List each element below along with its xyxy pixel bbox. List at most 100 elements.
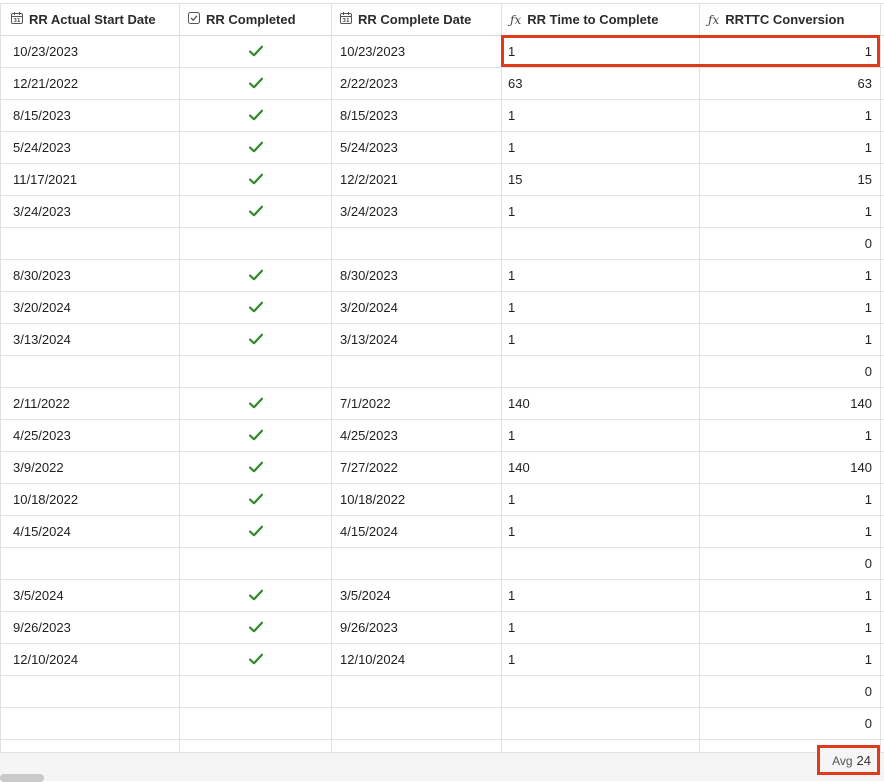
- cell-rr-completed[interactable]: [180, 612, 332, 644]
- cell-rr-completed[interactable]: [180, 420, 332, 452]
- cell-rrttc-conversion[interactable]: 0: [700, 548, 881, 580]
- cell-rrttc-conversion[interactable]: 1: [700, 292, 881, 324]
- cell-rrttc-conversion[interactable]: 140: [700, 452, 881, 484]
- cell-rr-actual-start-date[interactable]: 10/18/2022: [0, 484, 180, 516]
- cell-rr-actual-start-date[interactable]: 3/13/2024: [0, 324, 180, 356]
- cell-rr-complete-date[interactable]: 10/18/2022: [332, 484, 502, 516]
- cell-rrttc-conversion[interactable]: 1: [700, 516, 881, 548]
- column-header-rr-completed[interactable]: RR Completed: [180, 4, 332, 36]
- cell-rr-complete-date[interactable]: [332, 548, 502, 580]
- cell-rr-complete-date[interactable]: 8/15/2023: [332, 100, 502, 132]
- cell-rr-actual-start-date[interactable]: [0, 676, 180, 708]
- cell-rrttc-conversion[interactable]: 1: [700, 100, 881, 132]
- cell-rr-complete-date[interactable]: 5/24/2023: [332, 132, 502, 164]
- cell-rrttc-conversion[interactable]: 1: [700, 484, 881, 516]
- cell-rr-actual-start-date[interactable]: 5/24/2023: [0, 132, 180, 164]
- cell-rr-complete-date[interactable]: 12/2/2021: [332, 164, 502, 196]
- cell-rr-completed[interactable]: [180, 324, 332, 356]
- cell-rr-complete-date[interactable]: 7/1/2022: [332, 388, 502, 420]
- cell-rrttc-conversion[interactable]: 1: [700, 132, 881, 164]
- table-row[interactable]: 3/13/2024 3/13/2024 1 1: [0, 324, 884, 356]
- column-header-rr-complete-date[interactable]: 31 RR Complete Date: [332, 4, 502, 36]
- cell-rr-completed[interactable]: [180, 452, 332, 484]
- cell-rr-actual-start-date[interactable]: 8/15/2023: [0, 100, 180, 132]
- cell-rrttc-conversion[interactable]: 140: [700, 388, 881, 420]
- cell-rr-time-to-complete[interactable]: 1: [502, 612, 700, 644]
- table-row[interactable]: 12/21/2022 2/22/2023 63 63: [0, 68, 884, 100]
- cell-rr-time-to-complete[interactable]: [502, 676, 700, 708]
- cell-rr-completed[interactable]: [180, 580, 332, 612]
- cell-rr-complete-date[interactable]: 3/20/2024: [332, 292, 502, 324]
- cell-rrttc-conversion[interactable]: 1: [700, 196, 881, 228]
- cell-rr-time-to-complete[interactable]: 140: [502, 388, 700, 420]
- cell-rr-completed[interactable]: [180, 388, 332, 420]
- cell-rr-complete-date[interactable]: [332, 228, 502, 260]
- cell-rr-time-to-complete[interactable]: 1: [502, 420, 700, 452]
- cell-rrttc-conversion[interactable]: 1: [700, 420, 881, 452]
- cell-rr-actual-start-date[interactable]: [0, 548, 180, 580]
- cell-rr-time-to-complete[interactable]: 140: [502, 452, 700, 484]
- cell-rr-time-to-complete[interactable]: 1: [502, 100, 700, 132]
- cell-rr-complete-date[interactable]: [332, 356, 502, 388]
- cell-rr-time-to-complete[interactable]: 1: [502, 516, 700, 548]
- cell-rrttc-conversion[interactable]: 1: [700, 644, 881, 676]
- cell-rr-actual-start-date[interactable]: 12/10/2024: [0, 644, 180, 676]
- table-row[interactable]: 4/25/2023 4/25/2023 1 1: [0, 420, 884, 452]
- cell-rr-actual-start-date[interactable]: 2/11/2022: [0, 388, 180, 420]
- table-row[interactable]: 0: [0, 356, 884, 388]
- horizontal-scrollbar[interactable]: [0, 774, 44, 782]
- table-row[interactable]: 11/17/2021 12/2/2021 15 15: [0, 164, 884, 196]
- avg-summary[interactable]: Avg 24: [817, 745, 880, 775]
- cell-rrttc-conversion[interactable]: 15: [700, 164, 881, 196]
- cell-rr-complete-date[interactable]: 3/13/2024: [332, 324, 502, 356]
- cell-rr-time-to-complete[interactable]: 15: [502, 164, 700, 196]
- cell-rr-time-to-complete[interactable]: 1: [502, 580, 700, 612]
- column-header-rrttc-conversion[interactable]: ƒx RRTTC Conversion: [700, 4, 881, 36]
- cell-rrttc-conversion[interactable]: 0: [700, 676, 881, 708]
- cell-rr-time-to-complete[interactable]: 1: [502, 484, 700, 516]
- cell-rr-actual-start-date[interactable]: 3/5/2024: [0, 580, 180, 612]
- cell-rr-time-to-complete[interactable]: 1: [502, 196, 700, 228]
- cell-rr-complete-date[interactable]: [332, 708, 502, 740]
- cell-rr-time-to-complete[interactable]: 1: [502, 324, 700, 356]
- cell-rr-time-to-complete[interactable]: 1: [502, 292, 700, 324]
- cell-rr-time-to-complete[interactable]: [502, 708, 700, 740]
- table-row[interactable]: 9/26/2023 9/26/2023 1 1: [0, 612, 884, 644]
- cell-rr-complete-date[interactable]: 2/22/2023: [332, 68, 502, 100]
- cell-rr-complete-date[interactable]: 4/15/2024: [332, 516, 502, 548]
- cell-rr-actual-start-date[interactable]: 11/17/2021: [0, 164, 180, 196]
- table-row[interactable]: 8/30/2023 8/30/2023 1 1: [0, 260, 884, 292]
- cell-rr-time-to-complete[interactable]: [502, 228, 700, 260]
- cell-rr-completed[interactable]: [180, 164, 332, 196]
- table-row[interactable]: 10/18/2022 10/18/2022 1 1: [0, 484, 884, 516]
- cell-rr-completed[interactable]: [180, 132, 332, 164]
- table-row[interactable]: 3/24/2023 3/24/2023 1 1: [0, 196, 884, 228]
- table-row[interactable]: 0: [0, 548, 884, 580]
- column-header-rr-actual-start-date[interactable]: 31 RR Actual Start Date: [0, 4, 180, 36]
- cell-rr-actual-start-date[interactable]: 4/15/2024: [0, 516, 180, 548]
- table-row[interactable]: 5/24/2023 5/24/2023 1 1: [0, 132, 884, 164]
- cell-rr-time-to-complete[interactable]: [502, 548, 700, 580]
- cell-rr-complete-date[interactable]: 3/24/2023: [332, 196, 502, 228]
- table-row[interactable]: 3/20/2024 3/20/2024 1 1: [0, 292, 884, 324]
- cell-rr-actual-start-date[interactable]: [0, 228, 180, 260]
- cell-rr-time-to-complete[interactable]: 1: [502, 644, 700, 676]
- cell-rr-time-to-complete[interactable]: 1: [502, 132, 700, 164]
- cell-rr-complete-date[interactable]: [332, 676, 502, 708]
- cell-rr-actual-start-date[interactable]: 8/30/2023: [0, 260, 180, 292]
- cell-rrttc-conversion[interactable]: 63: [700, 68, 881, 100]
- cell-rr-actual-start-date[interactable]: 3/24/2023: [0, 196, 180, 228]
- cell-rr-actual-start-date[interactable]: 12/21/2022: [0, 68, 180, 100]
- cell-rr-complete-date[interactable]: 10/23/2023: [332, 36, 502, 68]
- cell-rr-actual-start-date[interactable]: [0, 708, 180, 740]
- cell-rr-completed[interactable]: [180, 100, 332, 132]
- cell-rr-complete-date[interactable]: 12/10/2024: [332, 644, 502, 676]
- table-row[interactable]: 2/11/2022 7/1/2022 140 140: [0, 388, 884, 420]
- table-row[interactable]: 0: [0, 228, 884, 260]
- cell-rrttc-conversion[interactable]: 0: [700, 228, 881, 260]
- cell-rr-completed[interactable]: [180, 196, 332, 228]
- cell-rr-completed[interactable]: [180, 516, 332, 548]
- table-row[interactable]: 8/15/2023 8/15/2023 1 1: [0, 100, 884, 132]
- cell-rr-actual-start-date[interactable]: 10/23/2023: [0, 36, 180, 68]
- cell-rrttc-conversion[interactable]: 1: [700, 324, 881, 356]
